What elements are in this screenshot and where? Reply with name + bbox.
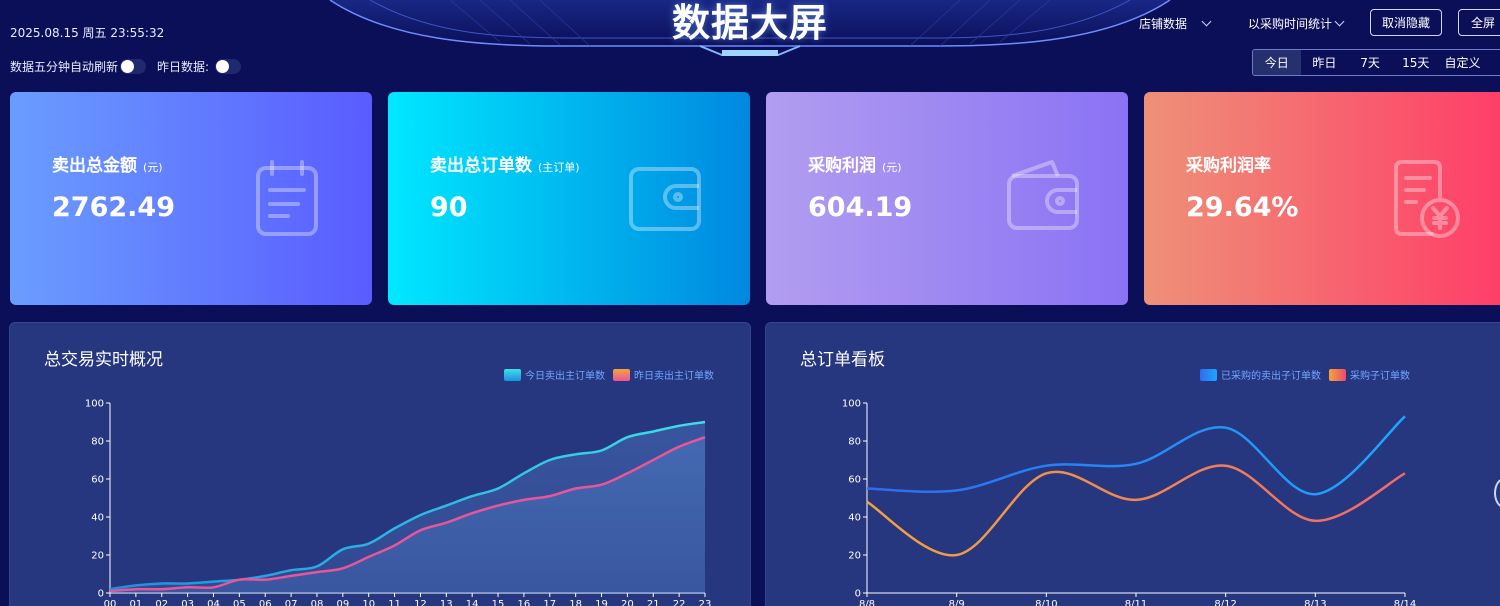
stat-card-sales-amount: 卖出总金额 (元) 2762.49 bbox=[10, 92, 372, 305]
stat-mode-dropdown-label: 以采购时间统计 bbox=[1248, 17, 1333, 31]
wallet-icon bbox=[629, 167, 701, 231]
y-tick-label: 40 bbox=[91, 513, 104, 524]
auto-refresh-toggle-row: 数据五分钟自动刷新 bbox=[10, 58, 147, 75]
panel-realtime-trading: 总交易实时概况 今日卖出主订单数 昨日卖出主订单数 0 20 40 60 80 100 00… bbox=[9, 322, 751, 606]
auto-refresh-switch[interactable] bbox=[120, 59, 147, 74]
y-tick-label: 0 bbox=[98, 589, 104, 600]
x-tick-label: 03 bbox=[181, 599, 194, 606]
y-tick-label: 0 bbox=[855, 589, 861, 600]
card-title: 采购利润率 bbox=[1186, 156, 1271, 176]
yesterday-data-switch[interactable] bbox=[215, 59, 242, 74]
x-tick-label: 8/10 bbox=[1035, 599, 1057, 606]
x-tick-label: 14 bbox=[466, 599, 479, 606]
card-value: 90 bbox=[430, 192, 468, 223]
stat-card-profit-rate: 采购利润率 29.64% bbox=[1144, 92, 1500, 305]
series-line[interactable] bbox=[866, 464, 1406, 557]
x-tick-label: 15 bbox=[492, 599, 505, 606]
card-value: 604.19 bbox=[808, 192, 913, 223]
y-tick-label: 60 bbox=[848, 475, 861, 486]
x-tick-label: 8/8 bbox=[859, 599, 875, 606]
y-tick-label: 100 bbox=[842, 399, 861, 410]
x-tick-label: 17 bbox=[543, 599, 556, 606]
y-tick-label: 20 bbox=[848, 551, 861, 562]
clipboard-icon bbox=[256, 160, 318, 236]
x-tick-label: 23 bbox=[699, 599, 712, 606]
y-tick-label: 80 bbox=[848, 437, 861, 448]
y-tick-label: 20 bbox=[91, 551, 104, 562]
fullscreen-button[interactable]: 全屏 bbox=[1458, 9, 1500, 36]
x-tick-label: 11 bbox=[388, 599, 401, 606]
shop-data-dropdown-label: 店铺数据 bbox=[1139, 17, 1188, 31]
x-tick-label: 8/11 bbox=[1125, 599, 1147, 606]
card-title: 采购利润 (元) bbox=[808, 156, 902, 176]
chevron-down-icon bbox=[1201, 16, 1212, 27]
stat-card-purchase-profit: 采购利润 (元) 604.19 bbox=[766, 92, 1128, 305]
yesterday-toggle-row: 昨日数据: bbox=[157, 58, 242, 75]
x-tick-label: 13 bbox=[440, 599, 453, 606]
x-tick-label: 8/9 bbox=[949, 599, 965, 606]
chevron-down-icon bbox=[1334, 16, 1345, 27]
x-tick-label: 21 bbox=[647, 599, 660, 606]
x-tick-label: 01 bbox=[130, 599, 143, 606]
x-tick-label: 10 bbox=[362, 599, 375, 606]
x-tick-label: 09 bbox=[336, 599, 349, 606]
y-tick-label: 40 bbox=[848, 513, 861, 524]
y-tick-label: 60 bbox=[91, 475, 104, 486]
tab-today[interactable]: 今日 bbox=[1253, 50, 1301, 75]
x-tick-label: 00 bbox=[104, 599, 117, 606]
x-tick-label: 18 bbox=[569, 599, 582, 606]
yesterday-data-label: 昨日数据: bbox=[157, 60, 210, 74]
y-tick-label: 80 bbox=[91, 437, 104, 448]
stat-card-order-count: 卖出总订单数 (主订单) 90 bbox=[388, 92, 750, 305]
x-tick-label: 22 bbox=[673, 599, 686, 606]
card-value: 2762.49 bbox=[52, 192, 175, 223]
receipt-yen-icon bbox=[1394, 160, 1460, 238]
tab-7days[interactable]: 7天 bbox=[1348, 50, 1392, 75]
y-tick-label: 100 bbox=[85, 399, 104, 410]
tab-15days[interactable]: 15天 bbox=[1392, 50, 1440, 75]
x-tick-label: 08 bbox=[311, 599, 324, 606]
order-board-chart: 0 20 40 60 80 100 8/8 8/9 8/10 8/11 8/12 8/13 8/14 bbox=[842, 399, 1416, 606]
switch-knob bbox=[121, 60, 135, 73]
card-value: 29.64% bbox=[1186, 192, 1299, 223]
purse-icon bbox=[1007, 160, 1079, 230]
tab-custom[interactable]: 自定义 bbox=[1440, 50, 1500, 75]
realtime-trading-chart: 0 20 40 60 80 100 00 01 02 03 04 05 06 07 08 09 10 11 12 13… bbox=[85, 399, 712, 606]
x-tick-label: 8/13 bbox=[1304, 599, 1326, 606]
switch-knob bbox=[216, 60, 230, 73]
x-tick-label: 8/14 bbox=[1394, 599, 1416, 606]
series-line[interactable] bbox=[866, 415, 1406, 496]
x-tick-label: 04 bbox=[207, 599, 220, 606]
x-tick-label: 02 bbox=[155, 599, 168, 606]
date-range-tabs: 今日 昨日 7天 15天 自定义 bbox=[1252, 49, 1500, 76]
x-tick-label: 05 bbox=[233, 599, 246, 606]
header: 数据大屏 2025.08.15 周五 23:55:32 数据五分钟自动刷新 昨日… bbox=[0, 0, 1500, 90]
x-tick-label: 12 bbox=[414, 599, 427, 606]
datetime-display: 2025.08.15 周五 23:55:32 bbox=[10, 26, 165, 40]
panel-order-board: 总订单看板 已采购的卖出子订单数 采购子订单数 0 20 40 60 80 100 8/8 8… bbox=[765, 322, 1500, 606]
tab-yesterday[interactable]: 昨日 bbox=[1301, 50, 1349, 75]
x-tick-label: 16 bbox=[518, 599, 531, 606]
unhide-button[interactable]: 取消隐藏 bbox=[1370, 9, 1442, 36]
x-tick-label: 19 bbox=[595, 599, 608, 606]
x-tick-label: 20 bbox=[621, 599, 634, 606]
card-title: 卖出总金额 (元) bbox=[52, 156, 163, 176]
card-title: 卖出总订单数 (主订单) bbox=[430, 156, 580, 176]
x-tick-label: 07 bbox=[285, 599, 298, 606]
stat-mode-dropdown[interactable]: 以采购时间统计 bbox=[1248, 15, 1345, 32]
shop-data-dropdown[interactable]: 店铺数据 bbox=[1139, 15, 1212, 32]
auto-refresh-label: 数据五分钟自动刷新 bbox=[10, 60, 119, 74]
x-tick-label: 06 bbox=[259, 599, 272, 606]
x-tick-label: 8/12 bbox=[1214, 599, 1236, 606]
